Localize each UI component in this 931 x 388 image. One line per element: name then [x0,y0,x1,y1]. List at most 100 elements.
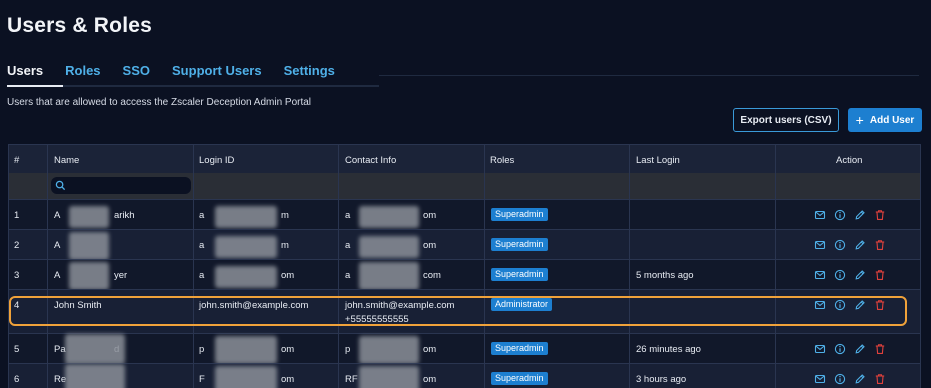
redacted-block [215,266,277,288]
last-login: 3 hours ago [636,374,687,385]
login-id-tail: om [281,270,295,281]
table-header: # Name Login ID Contact Info Roles Last … [9,145,920,173]
tab-sso[interactable]: SSO [123,63,150,78]
delete-icon[interactable] [874,342,886,354]
table-row[interactable]: 3 Ayer a om a com Superadmin 5 months ago [9,259,920,290]
info-icon[interactable] [834,208,846,221]
contact-email: a [345,210,351,221]
role-badge: Superadmin [491,268,548,281]
last-login: 26 minutes ago [636,344,701,355]
header-name[interactable]: Name [54,155,79,166]
user-name: Pa [54,344,66,355]
tab-support-users[interactable]: Support Users [172,63,262,78]
user-name: A [54,240,61,251]
row-actions [814,371,894,385]
mail-icon[interactable] [814,238,826,250]
contact-email: a [345,270,351,281]
mail-icon[interactable] [814,268,826,280]
redacted-block [359,336,419,364]
table-row[interactable]: 2 Aa m a om Superadmin [9,229,920,260]
header-contact-info[interactable]: Contact Info [345,155,396,166]
contact-email: p [345,344,351,355]
row-number: 2 [14,240,20,251]
edit-icon[interactable] [854,238,866,250]
search-icon [55,180,66,191]
row-number: 5 [14,344,20,355]
selected-row-highlight [9,296,907,326]
table-row[interactable]: 5PadpompomSuperadmin26 minutes ago [9,333,920,364]
delete-icon[interactable] [874,268,886,280]
role-badge: Superadmin [491,208,548,221]
plus-icon: + [855,112,864,128]
role-badge: Superadmin [491,342,548,355]
edit-icon[interactable] [854,268,866,280]
info-icon[interactable] [834,372,846,385]
tab-roles[interactable]: Roles [65,63,100,78]
edit-icon[interactable] [854,342,866,354]
row-number: 6 [14,374,20,385]
redacted-block [359,236,419,258]
delete-icon[interactable] [874,238,886,250]
tab-active-indicator [7,85,63,87]
header-login-id[interactable]: Login ID [199,155,234,166]
edit-icon[interactable] [854,372,866,384]
login-id: p [199,344,205,355]
page-subtitle: Users that are allowed to access the Zsc… [7,97,312,108]
header-roles[interactable]: Roles [490,155,514,166]
role-badge: Superadmin [491,372,548,385]
redacted-block [359,206,419,228]
login-id-tail: om [281,344,295,355]
login-id: a [199,270,205,281]
row-actions [814,237,894,251]
login-id-tail: m [281,240,289,251]
tab-bar: Users Roles SSO Support Users Settings [7,63,357,87]
user-name-tail: yer [114,270,128,281]
contact-email: a [345,240,351,251]
add-user-button[interactable]: + Add User [848,108,922,132]
tab-users[interactable]: Users [7,63,43,78]
column-divider [775,145,776,388]
row-actions [814,207,894,221]
name-search-input[interactable] [51,177,191,194]
edit-icon[interactable] [854,208,866,220]
contact-email-tail: om [423,344,437,355]
header-number: # [14,155,20,166]
login-id-tail: m [281,210,289,221]
table-row[interactable]: 6 Re Fom RF om Superadmin 3 hours ago [9,363,920,388]
info-icon[interactable] [834,268,846,281]
login-id: a [199,210,205,221]
mail-icon[interactable] [814,372,826,384]
login-id: a [199,240,205,251]
redacted-block [215,236,277,258]
redacted-block [359,366,419,388]
redacted-block [65,334,125,364]
delete-icon[interactable] [874,208,886,220]
redacted-block [359,262,419,290]
redacted-block [69,262,109,290]
contact-email-tail: om [423,240,437,251]
user-name-tail: arikh [114,210,135,221]
redacted-block [65,364,125,388]
last-login: 5 months ago [636,270,694,281]
mail-icon[interactable] [814,208,826,220]
delete-icon[interactable] [874,372,886,384]
user-name: A [54,270,61,281]
mail-icon[interactable] [814,342,826,354]
redacted-block [69,232,109,260]
column-divider [629,145,630,388]
filter-row [9,173,920,199]
info-icon[interactable] [834,342,846,355]
table-row[interactable]: 1 Aarikh a m a om Superadmin [9,199,920,229]
tab-settings[interactable]: Settings [284,63,335,78]
info-icon[interactable] [834,238,846,251]
export-users-button[interactable]: Export users (CSV) [733,108,839,132]
row-actions [814,267,894,281]
redacted-block [215,336,277,364]
contact-email-tail: om [423,374,437,385]
column-divider [338,145,339,388]
header-last-login[interactable]: Last Login [636,155,680,166]
redacted-block [215,206,277,228]
row-number: 3 [14,270,20,281]
header-action: Action [836,155,863,166]
export-users-label: Export users (CSV) [740,114,832,126]
